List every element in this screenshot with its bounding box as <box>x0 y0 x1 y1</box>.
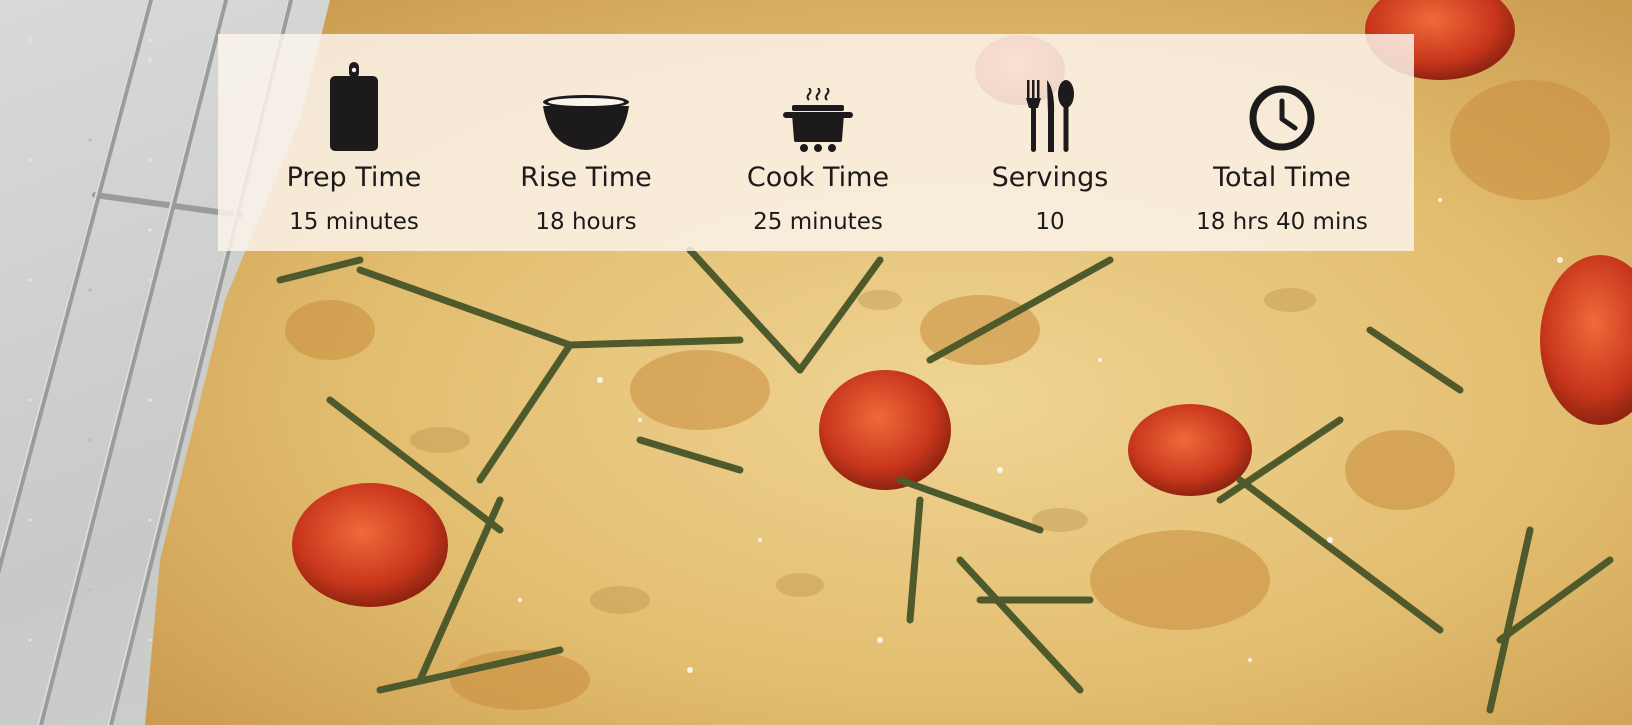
cutting-board-icon <box>328 48 380 152</box>
utensils-icon <box>1025 48 1075 152</box>
stat-label: Rise Time <box>520 162 652 193</box>
bowl-icon <box>541 48 631 152</box>
recipe-info-panel: Prep Time 15 minutes Rise Time 18 hours <box>218 34 1414 251</box>
stat-value: 15 minutes <box>289 209 419 235</box>
stat-label: Total Time <box>1213 162 1351 193</box>
stat-value: 18 hrs 40 mins <box>1196 209 1368 235</box>
stat-label: Prep Time <box>286 162 422 193</box>
servings-stat: Servings 10 <box>940 34 1160 251</box>
stat-value: 18 hours <box>535 209 637 235</box>
prep-time-stat: Prep Time 15 minutes <box>244 34 464 251</box>
clock-icon <box>1248 48 1316 152</box>
rise-time-stat: Rise Time 18 hours <box>476 34 696 251</box>
stat-value: 25 minutes <box>753 209 883 235</box>
cooking-pot-icon <box>782 48 854 152</box>
stat-label: Cook Time <box>746 162 890 193</box>
cook-time-stat: Cook Time 25 minutes <box>708 34 928 251</box>
stat-label: Servings <box>991 162 1109 193</box>
total-time-stat: Total Time 18 hrs 40 mins <box>1172 34 1392 251</box>
stat-value: 10 <box>1035 209 1065 235</box>
